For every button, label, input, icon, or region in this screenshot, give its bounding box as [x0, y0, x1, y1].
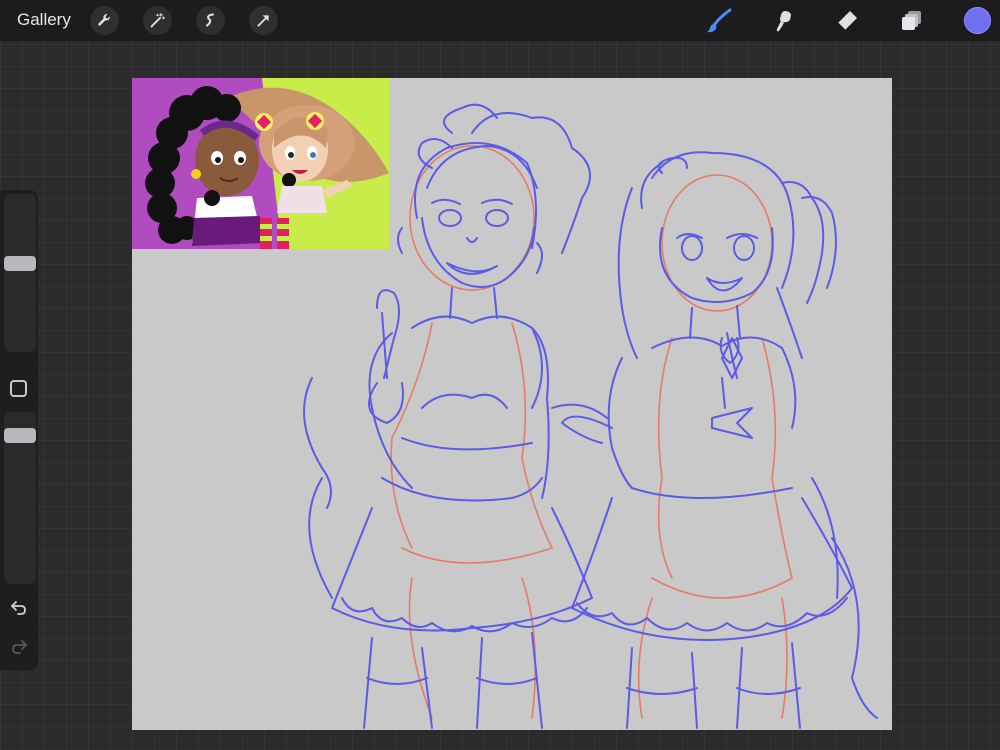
drawing-canvas[interactable] [132, 78, 892, 730]
procreate-workspace: Gallery [0, 0, 1000, 750]
gallery-button[interactable]: Gallery [17, 10, 71, 30]
selection-icon[interactable] [196, 6, 225, 35]
wrench-icon[interactable] [90, 6, 119, 35]
modify-button[interactable] [10, 380, 27, 397]
brush-size-thumb[interactable] [4, 256, 36, 271]
opacity-thumb[interactable] [4, 428, 36, 443]
redo-icon[interactable] [9, 637, 29, 657]
transform-arrow-icon[interactable] [249, 6, 278, 35]
undo-icon[interactable] [9, 598, 29, 618]
sketch-layer [303, 103, 878, 729]
opacity-slider[interactable] [4, 412, 36, 584]
smudge-icon[interactable] [767, 5, 799, 37]
color-picker-swatch[interactable] [964, 7, 991, 34]
top-toolbar: Gallery [0, 0, 1000, 41]
layers-icon[interactable] [896, 5, 928, 37]
eraser-icon[interactable] [831, 5, 863, 37]
brush-icon[interactable] [703, 5, 735, 37]
left-sidebar [0, 190, 38, 670]
brush-size-slider[interactable] [4, 194, 36, 352]
magic-wand-icon[interactable] [143, 6, 172, 35]
